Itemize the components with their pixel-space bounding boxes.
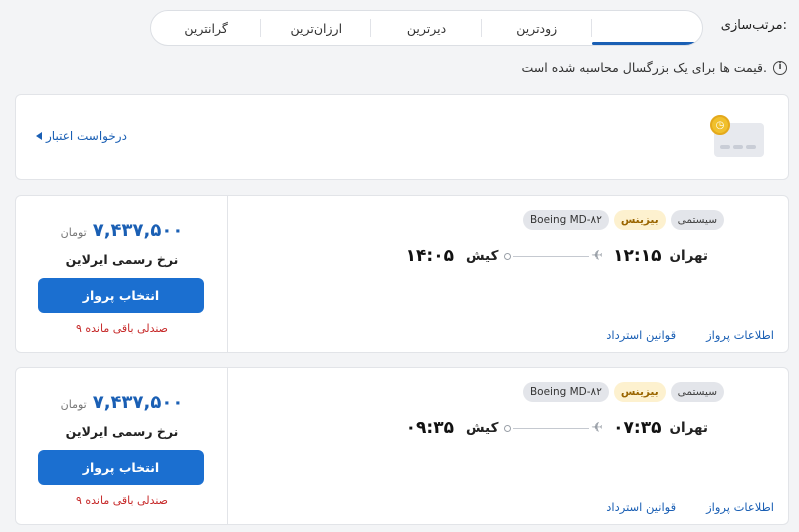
flight-info: سیستمی بیزینس Boeing MD-۸۲ تهران ۱۲:۱۵ ✈… [228,196,788,352]
flight-info-link[interactable]: اطلاعات پرواز [706,500,774,514]
credit-banner: ◷ درخواست اعتبار [15,94,789,180]
aircraft-badge: Boeing MD-۸۲ [522,210,609,230]
system-badge: سیستمی [670,382,724,402]
flight-links: اطلاعات پرواز قوانین استرداد [606,500,774,514]
seats-remaining: ۹ صندلی باقی مانده [75,494,169,507]
request-credit-label: درخواست اعتبار [46,129,127,143]
sort-tab-earliest[interactable]: زودترین [482,11,593,45]
caret-left-icon [36,132,42,140]
route-track: ✈ [504,420,603,436]
currency: تومان [60,398,87,411]
price-notice: i قیمت ها برای یک بزرگسال محاسبه شده است… [522,60,787,75]
request-credit-link[interactable]: درخواست اعتبار [36,129,127,143]
clock-coin-icon: ◷ [710,115,730,135]
sort-tab-cheapest[interactable]: ارزان‌ترین [261,11,372,45]
sort-tab-latest[interactable]: دیرترین [371,11,482,45]
refund-rules-link[interactable]: قوانین استرداد [606,328,676,342]
flight-info-link[interactable]: اطلاعات پرواز [706,328,774,342]
sort-tabs: زودترین دیرترین ارزان‌ترین گرانترین [150,10,703,46]
destination-dot-icon [504,252,512,260]
credit-card-icon: ◷ [710,115,764,157]
refund-rules-link[interactable]: قوانین استرداد [606,500,676,514]
fare-type: نرخ رسمی ایرلاین [65,252,179,267]
price: ۷,۴۳۷,۵۰۰ [92,392,184,413]
fare-type: نرخ رسمی ایرلاین [65,424,179,439]
price-column: ۷,۴۳۷,۵۰۰ تومان نرخ رسمی ایرلاین انتخاب … [16,196,228,352]
flight-card: ۷,۴۳۷,۵۰۰ تومان نرخ رسمی ایرلاین انتخاب … [15,195,789,353]
currency: تومان [60,226,87,239]
price-notice-text: قیمت ها برای یک بزرگسال محاسبه شده است. [521,60,767,75]
destination-dot-icon [504,424,512,432]
select-flight-button[interactable]: انتخاب پرواز [38,278,204,313]
arrival-time: ۰۹:۳۵ [405,418,454,438]
price: ۷,۴۳۷,۵۰۰ [92,220,184,241]
select-flight-button[interactable]: انتخاب پرواز [38,450,204,485]
arrival-time: ۱۴:۰۵ [405,246,454,266]
price-column: ۷,۴۳۷,۵۰۰ تومان نرخ رسمی ایرلاین انتخاب … [16,368,228,524]
flight-card: ۷,۴۳۷,۵۰۰ تومان نرخ رسمی ایرلاین انتخاب … [15,367,789,525]
flight-route: تهران ۱۲:۱۵ ✈ کیش ۱۴:۰۵ [406,246,708,266]
origin-city: تهران [669,420,708,436]
class-badge: بیزینس [613,210,666,230]
sort-label: مرتب‌سازی: [720,18,787,33]
airplane-icon: ✈ [591,248,604,264]
flight-badges: سیستمی بیزینس Boeing MD-۸۲ [522,382,724,402]
route-track: ✈ [504,248,603,264]
class-badge: بیزینس [613,382,666,402]
destination-city: کیش [465,420,499,436]
aircraft-badge: Boeing MD-۸۲ [522,382,609,402]
sort-tab-recommended[interactable] [591,11,702,45]
departure-time: ۰۷:۳۵ [613,418,662,438]
departure-time: ۱۲:۱۵ [613,246,662,266]
flight-info: سیستمی بیزینس Boeing MD-۸۲ تهران ۰۷:۳۵ ✈… [228,368,788,524]
system-badge: سیستمی [670,210,724,230]
sort-tab-most-expensive[interactable]: گرانترین [151,11,262,45]
destination-city: کیش [465,248,499,264]
flight-badges: سیستمی بیزینس Boeing MD-۸۲ [522,210,724,230]
info-icon: i [773,60,787,75]
seats-remaining: ۹ صندلی باقی مانده [75,322,169,335]
origin-city: تهران [669,248,708,264]
flight-route: تهران ۰۷:۳۵ ✈ کیش ۰۹:۳۵ [406,418,708,438]
airplane-icon: ✈ [591,420,604,436]
flight-links: اطلاعات پرواز قوانین استرداد [606,328,774,342]
